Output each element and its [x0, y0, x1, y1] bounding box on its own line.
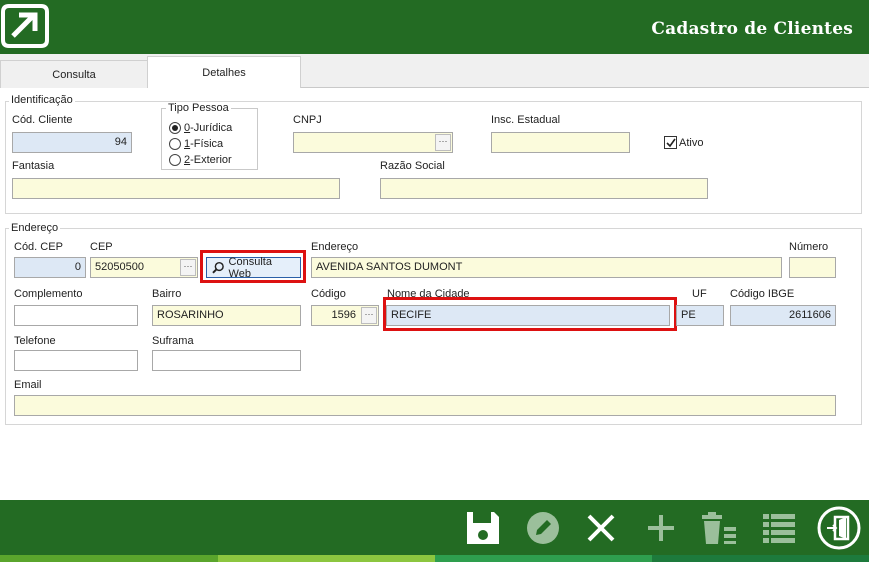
endereco-label: Endereço [311, 241, 359, 253]
radio-exterior[interactable]: 2 -Exterior [169, 154, 232, 166]
email-label: Email [14, 379, 42, 391]
complemento-label: Complemento [14, 288, 83, 300]
ativo-label: Ativo [679, 137, 704, 149]
radio-juridica-text: -Jurídica [190, 122, 233, 134]
email-field[interactable] [14, 395, 836, 416]
radio-juridica[interactable]: 0 -Jurídica [169, 122, 232, 134]
razao-social-field[interactable] [380, 178, 708, 199]
endereco-legend: Endereço [9, 222, 61, 234]
footer-stripe-3 [435, 555, 652, 562]
highlight-nome-cidade [383, 297, 677, 331]
app-logo-icon [1, 3, 49, 49]
tab-detalhes[interactable]: Detalhes [147, 56, 301, 89]
uf-label: UF [692, 288, 707, 300]
radio-fisica[interactable]: 1 -Física [169, 138, 223, 150]
numero-field[interactable] [789, 257, 836, 278]
exit-icon [817, 506, 861, 550]
cod-cliente-label: Cód. Cliente [12, 114, 73, 126]
razao-social-label: Razão Social [380, 160, 445, 172]
add-button[interactable] [641, 508, 681, 548]
radio-exterior-indicator[interactable] [169, 154, 181, 166]
cnpj-label: CNPJ [293, 114, 322, 126]
list-icon [763, 514, 795, 543]
cod-cep-field[interactable]: 0 [14, 257, 86, 278]
complemento-field[interactable] [14, 305, 138, 326]
identificacao-legend: Identificação [9, 94, 75, 106]
codigo-field[interactable]: 1596 ··· [311, 305, 379, 326]
tab-bar: Consulta Detalhes [0, 54, 869, 89]
bottom-toolbar [0, 500, 869, 555]
insc-estadual-field[interactable] [491, 132, 630, 153]
insc-estadual-label: Insc. Estadual [491, 114, 561, 126]
suframa-label: Suframa [152, 335, 194, 347]
codigo-lookup-button[interactable]: ··· [361, 307, 377, 324]
radio-exterior-text: -Exterior [190, 154, 232, 166]
save-icon [467, 512, 499, 544]
telefone-label: Telefone [14, 335, 56, 347]
footer-stripe-1 [0, 555, 218, 562]
suframa-field[interactable] [152, 350, 301, 371]
radio-fisica-text: -Física [190, 138, 224, 150]
footer-stripe-4 [652, 555, 869, 562]
bairro-label: Bairro [152, 288, 182, 300]
save-button[interactable] [463, 508, 503, 548]
codigo-label: Código [311, 288, 346, 300]
radio-fisica-indicator[interactable] [169, 138, 181, 150]
cnpj-field[interactable]: ··· [293, 132, 453, 153]
cnpj-lookup-button[interactable]: ··· [435, 134, 451, 151]
fantasia-label: Fantasia [12, 160, 55, 172]
endereco-field[interactable]: AVENIDA SANTOS DUMONT [311, 257, 782, 278]
numero-label: Número [789, 241, 829, 253]
delete-button[interactable] [699, 508, 739, 548]
exit-button[interactable] [815, 504, 863, 552]
fantasia-field[interactable] [12, 178, 340, 199]
cep-label: CEP [90, 241, 113, 253]
check-icon [666, 138, 676, 148]
tipo-pessoa-legend: Tipo Pessoa [166, 102, 231, 114]
cep-value: 52050500 [95, 261, 144, 273]
bairro-field[interactable]: ROSARINHO [152, 305, 301, 326]
codigo-value: 1596 [331, 309, 356, 321]
edit-icon [527, 512, 559, 544]
close-icon [587, 514, 615, 542]
cep-field[interactable]: 52050500 ··· [90, 257, 198, 278]
codigo-ibge-label: Código IBGE [730, 288, 795, 300]
ativo-checkbox[interactable] [664, 136, 677, 149]
footer-stripe-2 [218, 555, 435, 562]
delete-list-icon [702, 512, 736, 544]
tab-consulta[interactable]: Consulta [0, 60, 148, 88]
uf-field[interactable]: PE [676, 305, 724, 326]
cep-lookup-button[interactable]: ··· [180, 259, 196, 276]
radio-juridica-indicator[interactable] [169, 122, 181, 134]
add-icon [648, 515, 674, 541]
telefone-field[interactable] [14, 350, 138, 371]
edit-button[interactable] [523, 508, 563, 548]
codigo-ibge-field[interactable]: 2611606 [730, 305, 836, 326]
cod-cep-label: Cód. CEP [14, 241, 63, 253]
highlight-consulta-web [200, 250, 306, 283]
main-content: Identificação Cód. Cliente 94 Tipo Pesso… [0, 88, 869, 500]
cancel-button[interactable] [581, 508, 621, 548]
app-title: Cadastro de Clientes [651, 19, 853, 39]
cod-cliente-field[interactable]: 94 [12, 132, 132, 153]
app-header: Cadastro de Clientes [0, 0, 869, 54]
list-button[interactable] [759, 508, 799, 548]
